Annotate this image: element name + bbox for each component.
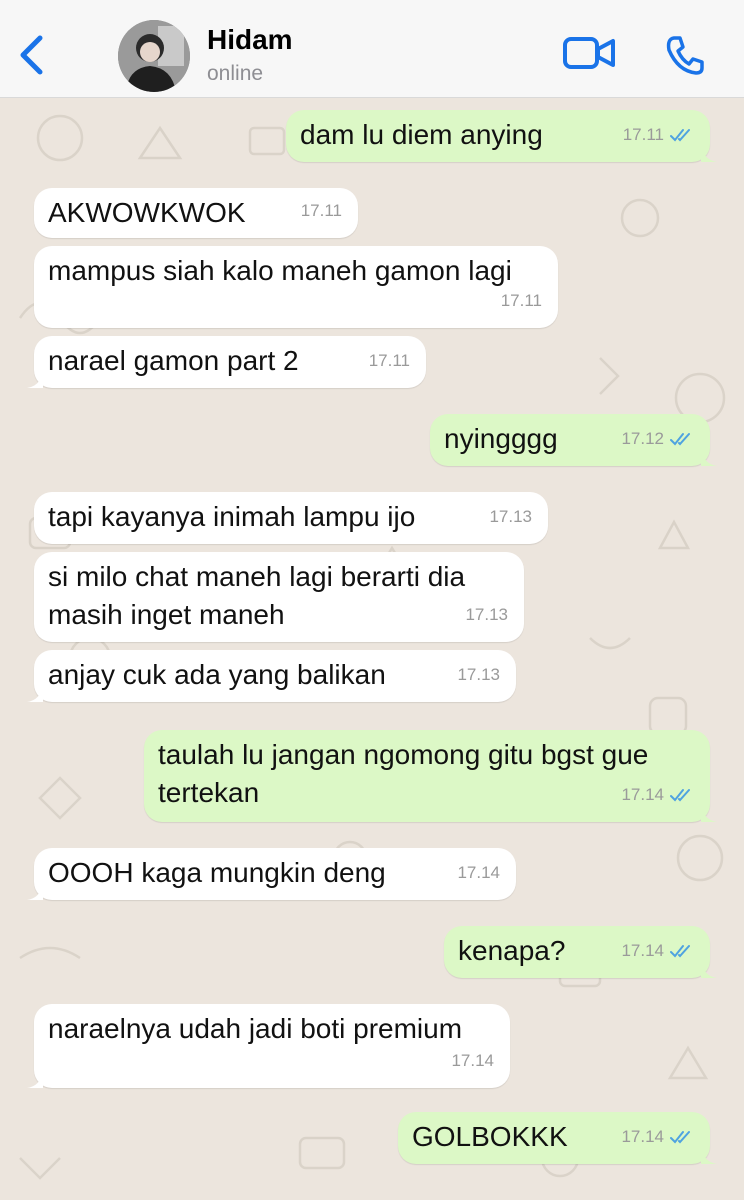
message-text: tapi kayanya inimah lampu ijo	[48, 501, 416, 532]
contact-name[interactable]: Hidam	[207, 24, 293, 56]
message-time: 17.13	[465, 605, 508, 624]
bubble-tail	[701, 960, 717, 978]
message-bubble-incoming[interactable]: anjay cuk ada yang balikan 17.13	[27, 650, 516, 702]
video-camera-icon[interactable]	[562, 34, 616, 72]
double-check-icon	[670, 433, 690, 446]
double-check-icon	[670, 129, 690, 142]
bubble-tail	[27, 370, 43, 388]
message-bubble-incoming[interactable]: OOOH kaga mungkin deng 17.14	[27, 848, 516, 900]
message-text: OOOH kaga mungkin deng	[48, 857, 386, 888]
message-bubble-outgoing[interactable]: GOLBOKKK 17.14	[398, 1112, 717, 1164]
message-time: 17.14	[621, 1127, 664, 1146]
message-text: AKWOWKWOK	[48, 197, 246, 228]
message-meta: 17.11	[623, 116, 694, 154]
message-meta: 17.14	[621, 932, 694, 970]
message-meta: 17.11	[501, 282, 542, 320]
message-meta: 17.14	[621, 776, 694, 814]
message-time: 17.14	[621, 941, 664, 960]
message-bubble-incoming[interactable]: tapi kayanya inimah lampu ijo 17.13	[34, 492, 548, 544]
message-time: 17.11	[500, 291, 542, 310]
message-meta: 17.14	[451, 1042, 494, 1080]
message-text: mampus siah kalo maneh gamon lagi	[48, 255, 512, 286]
message-bubble-outgoing[interactable]: taulah lu jangan ngomong gitu bgst gue t…	[144, 730, 717, 822]
message-text-line: masih inget maneh	[48, 599, 285, 630]
message-text-line: taulah lu jangan ngomong gitu bgst gue	[158, 739, 649, 770]
message-text: naraelnya udah jadi boti premium	[48, 1013, 463, 1044]
chat-area[interactable]: dam lu diem anying 17.11 AKWOWKWOK 17.11…	[0, 98, 744, 1200]
message-bubble-incoming[interactable]: mampus siah kalo maneh gamon lagi 17.11	[34, 246, 558, 328]
message-time: 17.13	[489, 507, 532, 526]
message-bubble-outgoing[interactable]: nyingggg 17.12	[430, 414, 717, 466]
message-time: 17.13	[457, 665, 500, 684]
double-check-icon	[670, 945, 690, 958]
contact-status: online	[207, 62, 264, 85]
chevron-left-icon[interactable]	[14, 30, 48, 80]
message-bubble-outgoing[interactable]: dam lu diem anying 17.11	[286, 110, 717, 162]
message-text: narael gamon part 2	[48, 345, 299, 376]
phone-icon[interactable]	[664, 34, 706, 76]
message-meta: 17.13	[489, 498, 532, 536]
message-time: 17.11	[368, 351, 410, 370]
chat-header: Hidam online	[0, 0, 744, 98]
message-bubble-incoming[interactable]: AKWOWKWOK 17.11	[34, 188, 358, 238]
bubble-tail	[701, 1146, 717, 1164]
bubble-tail	[27, 684, 43, 702]
message-meta: 17.13	[457, 656, 500, 694]
message-time: 17.14	[621, 785, 664, 804]
message-time: 17.14	[457, 863, 500, 882]
message-text-line: tertekan	[158, 777, 260, 808]
bubble-tail	[27, 1070, 43, 1088]
message-bubble-outgoing[interactable]: kenapa? 17.14	[444, 926, 717, 978]
message-meta: 17.14	[621, 1118, 694, 1156]
avatar[interactable]	[118, 20, 190, 92]
message-time: 17.14	[451, 1051, 494, 1070]
message-text-line: si milo chat maneh lagi berarti dia	[48, 561, 466, 592]
double-check-icon	[670, 1131, 690, 1144]
message-time: 17.12	[621, 429, 664, 448]
bubble-tail	[701, 804, 717, 822]
message-meta: 17.12	[621, 420, 694, 458]
bubble-tail	[701, 448, 717, 466]
message-text: anjay cuk ada yang balikan	[48, 659, 386, 690]
message-meta: 17.11	[301, 192, 342, 230]
message-bubble-incoming[interactable]: si milo chat maneh lagi berarti dia masi…	[34, 552, 524, 642]
message-meta: 17.11	[369, 342, 410, 380]
bubble-tail	[27, 882, 43, 900]
message-time: 17.11	[300, 201, 342, 220]
message-bubble-incoming[interactable]: naraelnya udah jadi boti premium 17.14	[27, 1004, 510, 1088]
message-meta: 17.13	[465, 596, 508, 634]
double-check-icon	[670, 789, 690, 802]
message-time: 17.11	[622, 125, 664, 144]
message-meta: 17.14	[457, 854, 500, 892]
message-bubble-incoming[interactable]: narael gamon part 2 17.11	[27, 336, 426, 388]
bubble-tail	[701, 144, 717, 162]
